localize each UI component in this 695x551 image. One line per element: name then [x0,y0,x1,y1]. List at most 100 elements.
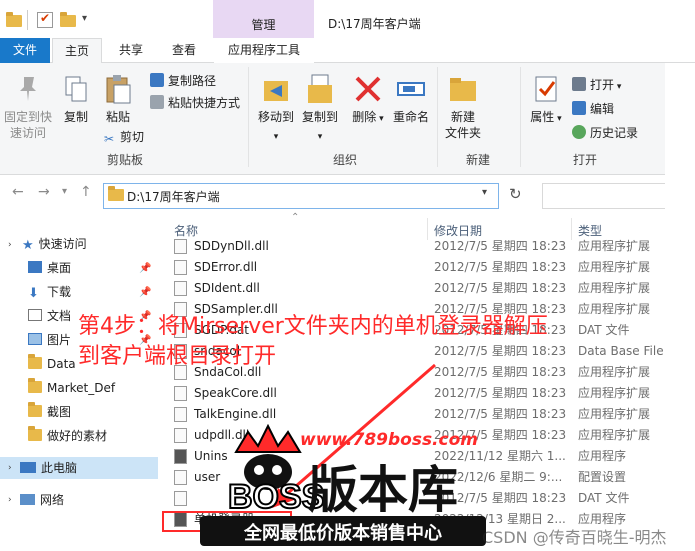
tab-view[interactable]: 查看 [158,38,210,63]
search-input[interactable] [542,183,682,209]
nav-quick-access-label: 快速访问 [38,237,87,251]
pin-icon[interactable]: 📌 [139,287,151,298]
forward-arrow-icon[interactable]: → [38,184,50,200]
expand-chevron-icon[interactable]: › [8,495,12,505]
delete-x-icon [352,73,384,105]
config-file-icon [174,470,187,485]
dll-file-icon [174,281,187,296]
nav-item-pictures[interactable]: 图片 [28,329,71,351]
properties-icon [530,73,562,105]
nav-network[interactable]: 网络 [20,489,64,511]
edit-button[interactable]: 编辑 [572,100,614,118]
history-button[interactable]: 历史记录 [572,124,638,142]
desktop-icon [28,261,42,273]
file-row[interactable]: SDDynDll.dll 2012/7/5 星期四 18:23 应用程序扩展 [170,236,665,257]
file-name: SDDynDll.dll [194,239,269,253]
copy-to-label: 复制到 [301,110,338,124]
nav-item-market-def[interactable]: Market_Def [28,377,115,399]
properties-check-icon[interactable]: ✔ [37,11,53,28]
file-type: 应用程序 [578,449,627,463]
nav-item-label: 截图 [47,405,72,419]
pin-label: 固定到快 速访问 [3,110,52,140]
address-folder-icon [108,186,124,204]
properties-label: 属性 [530,110,555,124]
recent-locations-chevron-icon[interactable]: ▾ [62,186,67,197]
pin-icon[interactable]: 📌 [139,263,151,274]
refresh-icon[interactable]: ↻ [509,185,522,203]
copy-path-label: 复制路径 [168,74,217,88]
folder-icon[interactable] [6,12,22,28]
delete-label: 删除 [352,110,377,124]
nav-this-pc[interactable]: 此电脑 [20,457,77,479]
tab-share[interactable]: 共享 [106,38,156,63]
scissors-icon: ✂ [103,132,115,146]
application-icon [174,449,187,464]
star-icon: ★ [22,238,34,253]
address-path[interactable]: D:\17周年客户端 [127,188,220,205]
dll-file-icon [174,407,187,422]
file-date: 2012/7/5 星期四 18:23 [434,239,567,253]
back-arrow-icon[interactable]: ← [12,184,24,200]
paste-shortcut-button[interactable]: 粘贴快捷方式 [150,94,240,112]
rename-button[interactable]: 重命名 [389,69,433,125]
properties-button[interactable]: 属性 ▾ [526,69,566,127]
dll-file-icon [174,386,187,401]
tab-home[interactable]: 主页 [52,38,102,64]
history-label: 历史记录 [590,126,639,140]
sort-ascending-icon: ⌃ [291,212,300,223]
customize-toolbar-dropdown-icon[interactable]: ▾ [82,13,87,24]
move-to-button[interactable]: 移动到 ▾ [256,69,296,145]
nav-item-desktop[interactable]: 桌面 [28,257,71,279]
nav-item-label: 图片 [47,333,72,347]
delete-button[interactable]: 删除 ▾ [352,69,384,127]
open-button[interactable]: 打开 ▾ [572,76,621,94]
history-icon [572,125,586,139]
paste-button[interactable]: 粘贴 [98,69,138,125]
tab-app-tools[interactable]: 应用程序工具 [214,38,314,63]
new-folder-button[interactable]: 新建 文件夹 [440,69,486,141]
group-divider [248,67,249,167]
up-arrow-icon[interactable]: ↑ [80,184,92,200]
nav-item-documents[interactable]: 文档 [28,305,71,327]
edit-icon [572,101,586,115]
cut-button[interactable]: ✂ 剪切 [102,128,144,146]
address-dropdown-chevron-icon[interactable]: ▾ [482,187,487,198]
nav-item-label: 桌面 [47,261,72,275]
copy-path-button[interactable]: 复制路径 [150,72,216,90]
document-icon [28,309,42,321]
pin-to-quick-access-button[interactable]: 固定到快 速访问 [2,69,54,141]
file-name: SDError.dll [194,260,258,274]
nav-item-downloads[interactable]: ⬇ 下载 [28,281,71,303]
copy-label: 复制 [63,110,88,124]
file-date: 2012/7/5 星期四 18:23 [434,260,567,274]
copy-button[interactable]: 复制 [58,69,94,125]
ribbon: 固定到快 速访问 复制 粘贴 复制路径 粘贴快捷方式 ✂ 剪切 剪贴板 移动到 ▾… [0,63,665,175]
expand-chevron-icon[interactable]: › [8,240,12,250]
file-type: 应用程序扩展 [578,302,651,316]
file-date: 2012/7/5 星期四 18:23 [434,281,567,295]
group-label-new: 新建 [465,153,490,167]
copy-icon [60,73,92,105]
copy-to-icon [304,73,336,105]
file-row[interactable]: SDError.dll 2012/7/5 星期四 18:23 应用程序扩展 [170,257,665,278]
copy-path-icon [150,73,164,87]
csdn-watermark: CSDN @传奇百晓生-明杰 [482,528,667,547]
folder-icon [28,354,42,369]
paste-shortcut-label: 粘贴快捷方式 [168,96,241,110]
nav-quick-access[interactable]: ★ 快速访问 [22,233,87,255]
file-row[interactable]: SDIdent.dll 2012/7/5 星期四 18:23 应用程序扩展 [170,278,665,299]
nav-item-screenshots[interactable]: 截图 [28,401,71,423]
ribbon-tab-bar [0,38,695,63]
file-type: 应用程序扩展 [578,365,651,379]
file-type: 应用程序扩展 [578,281,651,295]
file-type: DAT 文件 [578,323,630,337]
rename-icon [395,73,427,105]
expand-chevron-icon[interactable]: › [8,463,12,473]
dat-file-icon [174,491,187,506]
new-folder-icon[interactable] [60,12,76,28]
copy-to-button[interactable]: 复制到 ▾ [300,69,340,145]
nav-item-finished-assets[interactable]: 做好的素材 [28,425,107,447]
dll-file-icon [174,260,187,275]
tab-file[interactable]: 文件 [0,38,50,63]
nav-item-data[interactable]: Data [28,353,76,375]
